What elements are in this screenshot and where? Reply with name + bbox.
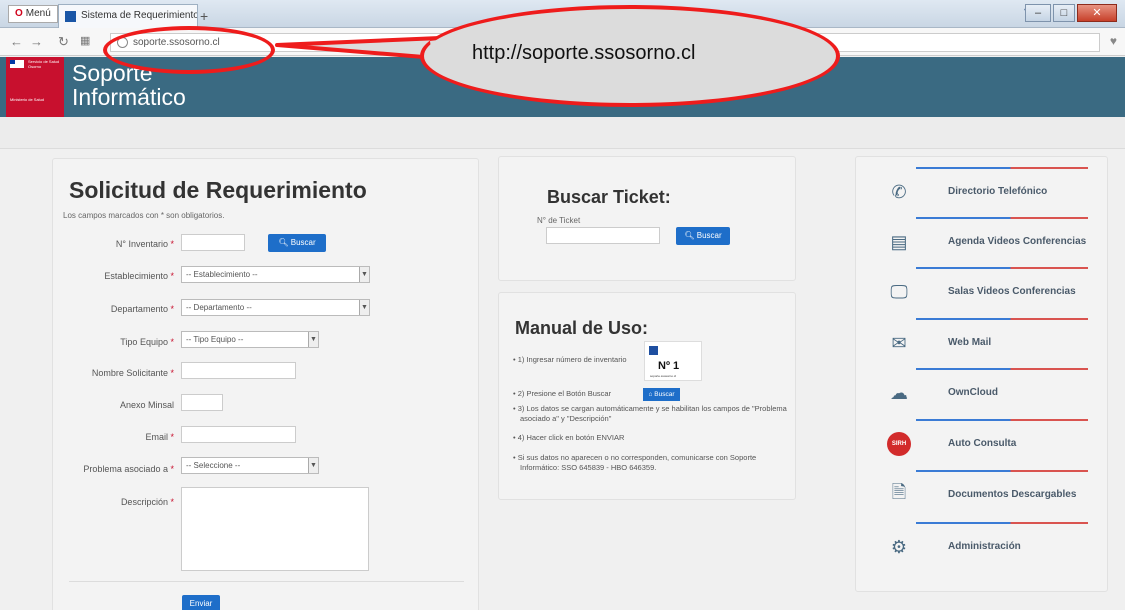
url-highlight-circle [103,26,275,74]
callout-pointer-cover [430,39,446,57]
callout-text: http://soporte.ssosorno.cl [472,42,696,64]
